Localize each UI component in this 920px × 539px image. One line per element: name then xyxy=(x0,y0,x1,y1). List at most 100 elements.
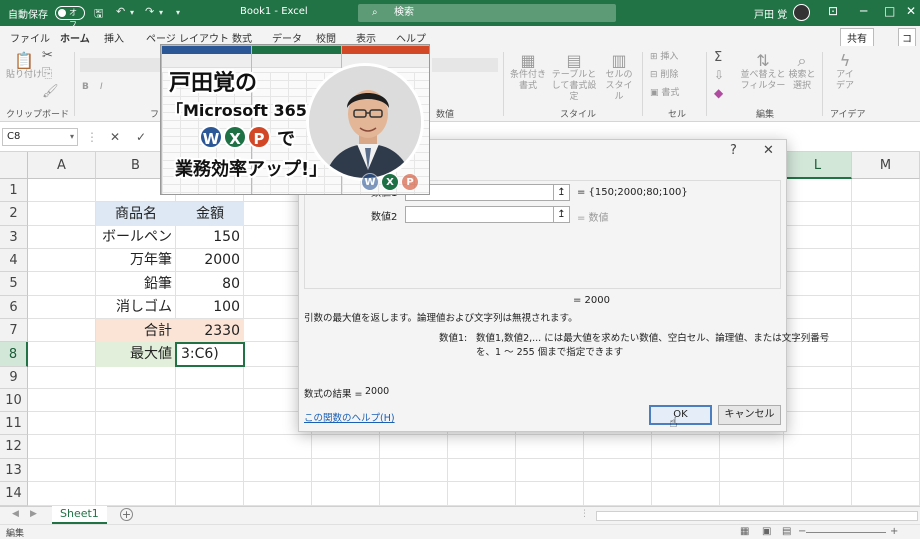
active-cell-c8[interactable]: 3:C6) xyxy=(175,342,245,367)
avatar[interactable] xyxy=(793,4,810,21)
item-name-cell[interactable]: 鉛筆 xyxy=(96,272,176,296)
tab-split-icon[interactable]: ⋮ xyxy=(580,509,589,519)
arg2-collapse-icon[interactable]: ↥ xyxy=(553,206,570,223)
prev-sheet-icon[interactable]: ◀ xyxy=(12,509,19,519)
row-header[interactable]: 14 xyxy=(0,482,28,506)
page-layout-view-icon[interactable]: ▣ xyxy=(762,526,771,537)
row-header[interactable]: 9 xyxy=(0,367,28,389)
tab-view[interactable]: 表示 xyxy=(356,30,376,45)
paste-button[interactable]: 📋 貼り付け xyxy=(6,52,42,81)
tab-help[interactable]: ヘルプ xyxy=(396,30,426,45)
share-button[interactable]: 共有 xyxy=(840,28,874,47)
redo-dropdown-icon[interactable]: ▾ xyxy=(159,8,163,17)
bold-icon[interactable]: B xyxy=(82,82,89,93)
add-sheet-button[interactable]: + xyxy=(120,508,133,521)
next-sheet-icon[interactable]: ▶ xyxy=(30,509,37,519)
row-header[interactable]: 6 xyxy=(0,296,28,319)
enter-button[interactable]: ✓ xyxy=(136,130,146,144)
dialog-help-button[interactable]: ? xyxy=(730,143,737,158)
tab-review[interactable]: 校閲 xyxy=(316,30,336,45)
cancel-entry-button[interactable]: ✕ xyxy=(110,130,120,144)
item-name-cell[interactable]: ボールペン xyxy=(96,226,176,249)
name-box-dropdown-icon[interactable]: ▾ xyxy=(70,129,74,145)
row-header[interactable]: 10 xyxy=(0,389,28,412)
cancel-button[interactable]: キャンセル xyxy=(718,405,781,425)
column-header[interactable]: A xyxy=(28,152,96,179)
sort-filter-button[interactable]: ⇅ 並べ替えとフィルター xyxy=(740,52,786,92)
cut-icon[interactable]: ✂ xyxy=(42,49,53,62)
select-all-corner[interactable] xyxy=(0,152,28,179)
tab-data[interactable]: データ xyxy=(272,30,302,45)
total-value-cell[interactable]: 2330 xyxy=(176,319,244,343)
zoom-in-icon[interactable]: + xyxy=(890,526,898,537)
fill-icon[interactable]: ⇩ xyxy=(714,69,724,81)
format-as-table-button[interactable]: ▤ テーブルとして書式設定 xyxy=(550,52,598,103)
redo-icon[interactable]: ↷ xyxy=(145,5,154,18)
max-label-cell[interactable]: 最大値 xyxy=(96,342,176,367)
ribbon-display-icon[interactable]: ⊡ xyxy=(828,4,838,18)
row-header[interactable]: 11 xyxy=(0,412,28,435)
save-icon[interactable]: 🖫 xyxy=(94,5,103,24)
user-name[interactable]: 戸田 覚 xyxy=(754,6,787,21)
autosum-icon[interactable]: Σ xyxy=(714,51,722,64)
row-header[interactable]: 12 xyxy=(0,435,28,459)
comments-button[interactable]: コ xyxy=(898,28,916,47)
normal-view-icon[interactable]: ▦ xyxy=(740,526,749,537)
delete-cells-button[interactable]: ⊟ 削除 xyxy=(650,70,678,81)
row-header[interactable]: 3 xyxy=(0,226,28,249)
minimize-icon[interactable]: ─ xyxy=(860,4,867,18)
undo-icon[interactable]: ↶ xyxy=(116,5,125,18)
item-name-cell[interactable]: 万年筆 xyxy=(96,249,176,272)
dialog-close-button[interactable]: ✕ xyxy=(763,143,774,158)
column-header[interactable]: M xyxy=(852,152,920,179)
row-header[interactable]: 8 xyxy=(0,342,28,367)
ideas-button[interactable]: ϟ アイデア xyxy=(832,52,858,92)
tab-insert[interactable]: 挿入 xyxy=(104,30,124,45)
number-format-field[interactable] xyxy=(432,58,498,72)
row-header[interactable]: 4 xyxy=(0,249,28,272)
search-box[interactable]: ⌕ 検索 xyxy=(358,4,616,22)
column-header[interactable]: L xyxy=(784,152,852,179)
row-header[interactable]: 5 xyxy=(0,272,28,296)
cell-styles-button[interactable]: ▥ セルのスタイル xyxy=(602,52,636,103)
item-amount-cell[interactable]: 2000 xyxy=(176,249,244,272)
item-amount-cell[interactable]: 100 xyxy=(176,296,244,319)
close-icon[interactable]: ✕ xyxy=(906,4,916,18)
conditional-format-button[interactable]: ▦ 条件付き書式 xyxy=(508,52,548,92)
function-help-link[interactable]: この関数のヘルプ(H) xyxy=(304,410,395,424)
find-select-button[interactable]: ⌕ 検索と選択 xyxy=(788,52,816,92)
insert-cells-button[interactable]: ⊞ 挿入 xyxy=(650,52,678,63)
format-cells-button[interactable]: ▣ 書式 xyxy=(650,88,679,99)
copy-icon[interactable]: ⎘ xyxy=(42,67,52,80)
font-name-field[interactable] xyxy=(80,58,160,72)
tab-file[interactable]: ファイル xyxy=(10,30,50,45)
name-box[interactable]: C8 ▾ xyxy=(2,128,78,146)
ok-button[interactable]: OK xyxy=(649,405,712,425)
row-header[interactable]: 2 xyxy=(0,202,28,226)
tab-formulas[interactable]: 数式 xyxy=(232,30,252,45)
format-painter-icon[interactable]: 🖌 xyxy=(42,85,59,98)
search-placeholder: 検索 xyxy=(394,7,414,18)
row-header[interactable]: 1 xyxy=(0,179,28,202)
sheet-tab-sheet1[interactable]: Sheet1 xyxy=(52,506,107,524)
arg2-input[interactable] xyxy=(405,206,555,223)
maximize-icon[interactable]: □ xyxy=(884,4,895,18)
zoom-slider[interactable] xyxy=(806,532,886,533)
header-amount-cell[interactable]: 金額 xyxy=(176,202,244,226)
arg1-collapse-icon[interactable]: ↥ xyxy=(553,184,570,201)
total-label-cell[interactable]: 合計 xyxy=(96,319,176,343)
horizontal-scrollbar[interactable] xyxy=(596,511,918,521)
customize-toolbar-icon[interactable]: ▾ xyxy=(176,8,180,17)
autosave-toggle[interactable]: オフ xyxy=(55,6,85,29)
header-name-cell[interactable]: 商品名 xyxy=(96,202,176,226)
tab-page-layout[interactable]: ページ レイアウト xyxy=(146,30,229,45)
italic-icon[interactable]: I xyxy=(100,82,103,93)
item-amount-cell[interactable]: 150 xyxy=(176,226,244,249)
clear-icon[interactable]: ◆ xyxy=(714,87,723,99)
page-break-view-icon[interactable]: ▤ xyxy=(782,526,791,537)
row-header[interactable]: 13 xyxy=(0,459,28,482)
undo-dropdown-icon[interactable]: ▾ xyxy=(130,8,134,17)
row-header[interactable]: 7 xyxy=(0,319,28,342)
item-amount-cell[interactable]: 80 xyxy=(176,272,244,296)
item-name-cell[interactable]: 消しゴム xyxy=(96,296,176,319)
